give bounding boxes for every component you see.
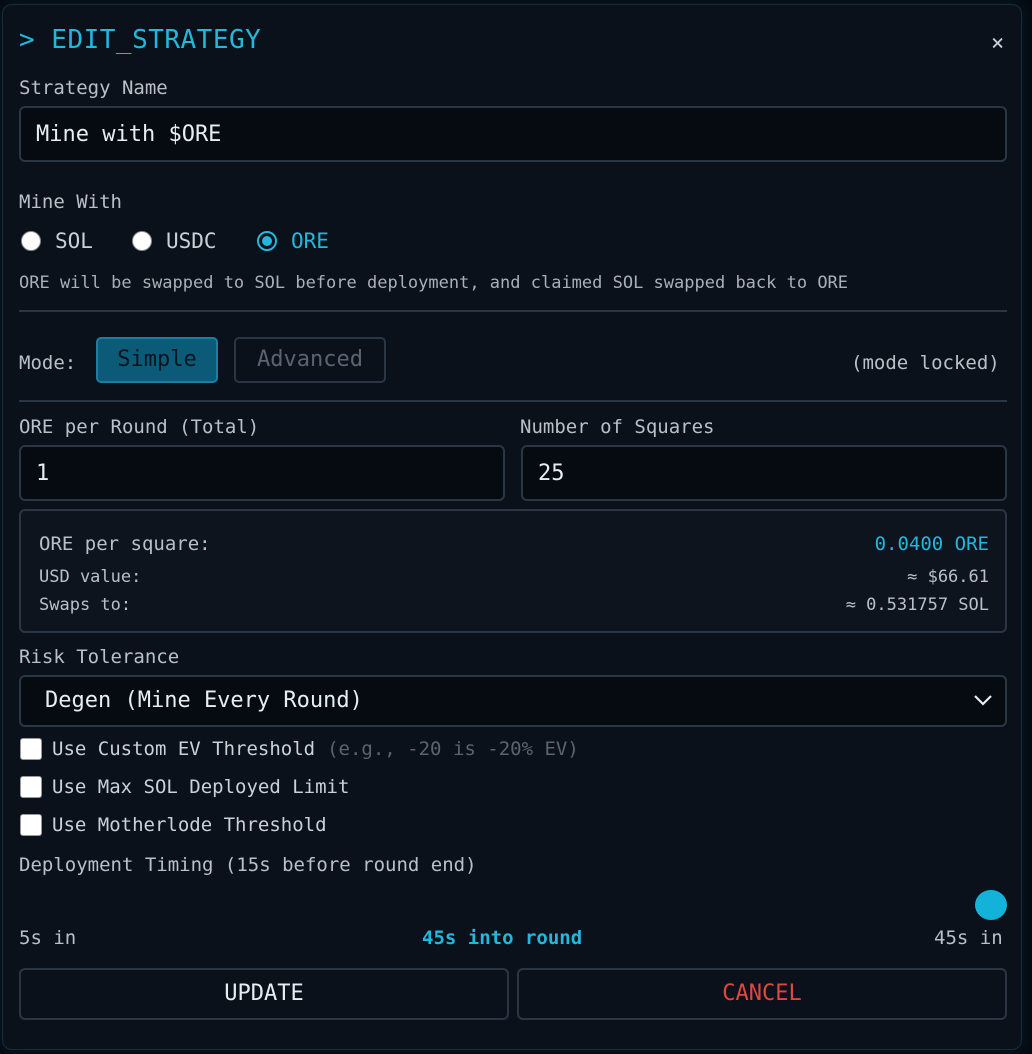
max-sol-label: Use Max SOL Deployed Limit <box>52 776 350 798</box>
radio-sol[interactable] <box>21 231 41 251</box>
divider <box>19 310 1007 312</box>
radio-option-sol[interactable]: SOL <box>21 229 93 253</box>
custom-ev-hint: (e.g., -20 is -20% EV) <box>327 738 579 760</box>
update-button[interactable]: UPDATE <box>19 968 509 1020</box>
mode-locked-note: (mode locked) <box>851 352 1000 374</box>
risk-tolerance-select[interactable]: Degen (Mine Every Round) <box>19 675 1007 727</box>
per-square-value: 0.0400 ORE <box>874 533 989 555</box>
swaps-label: Swaps to: <box>39 595 132 615</box>
max-sol-option[interactable]: Use Max SOL Deployed Limit <box>20 776 349 798</box>
radio-sol-label: SOL <box>55 229 93 253</box>
mode-label: Mode: <box>19 352 77 374</box>
ore-per-round-input[interactable] <box>19 445 505 501</box>
close-icon[interactable]: × <box>991 33 1004 55</box>
strategy-name-label: Strategy Name <box>19 77 168 99</box>
ore-per-round-label: ORE per Round (Total) <box>19 416 260 438</box>
motherlode-checkbox[interactable] <box>20 814 42 836</box>
radio-usdc[interactable] <box>132 231 152 251</box>
slider-thumb[interactable] <box>975 890 1007 920</box>
strategy-name-input[interactable] <box>19 106 1007 162</box>
deployment-timing-label: Deployment Timing (15s before round end) <box>19 854 477 876</box>
custom-ev-checkbox[interactable] <box>20 738 42 760</box>
mine-with-label: Mine With <box>19 191 122 213</box>
motherlode-label: Use Motherlode Threshold <box>52 814 327 836</box>
chevron-down-icon <box>974 695 992 706</box>
swap-note: ORE will be swapped to SOL before deploy… <box>19 273 849 293</box>
num-squares-label: Number of Squares <box>520 416 715 438</box>
radio-usdc-label: USDC <box>166 229 217 253</box>
slider-min-label: 5s in <box>19 927 77 949</box>
edit-strategy-modal: > EDIT_STRATEGY × Strategy Name Mine Wit… <box>2 4 1022 1050</box>
cancel-button[interactable]: CANCEL <box>517 968 1007 1020</box>
motherlode-option[interactable]: Use Motherlode Threshold <box>20 814 327 836</box>
mode-simple-button[interactable]: Simple <box>96 337 218 383</box>
modal-title: > EDIT_STRATEGY <box>19 25 262 55</box>
mode-advanced-button[interactable]: Advanced <box>234 337 386 383</box>
per-square-label: ORE per square: <box>39 533 211 555</box>
max-sol-checkbox[interactable] <box>20 776 42 798</box>
radio-ore[interactable] <box>257 231 277 251</box>
radio-option-usdc[interactable]: USDC <box>132 229 217 253</box>
slider-current-label: 45s into round <box>422 927 583 949</box>
usd-value: ≈ $66.61 <box>907 567 989 587</box>
swaps-value: ≈ 0.531757 SOL <box>845 595 989 615</box>
num-squares-input[interactable] <box>521 445 1007 501</box>
slider-max-label: 45s in <box>934 927 1003 949</box>
radio-ore-label: ORE <box>291 229 329 253</box>
radio-option-ore[interactable]: ORE <box>257 229 329 253</box>
usd-label: USD value: <box>39 567 142 587</box>
custom-ev-label: Use Custom EV Threshold <box>52 738 316 760</box>
summary-box: ORE per square: 0.0400 ORE USD value: ≈ … <box>19 509 1007 633</box>
custom-ev-option[interactable]: Use Custom EV Threshold (e.g., -20 is -2… <box>20 738 579 760</box>
divider <box>19 400 1007 402</box>
risk-selected-value: Degen (Mine Every Round) <box>45 688 363 713</box>
timing-slider[interactable] <box>19 890 1007 920</box>
risk-tolerance-label: Risk Tolerance <box>19 646 180 668</box>
